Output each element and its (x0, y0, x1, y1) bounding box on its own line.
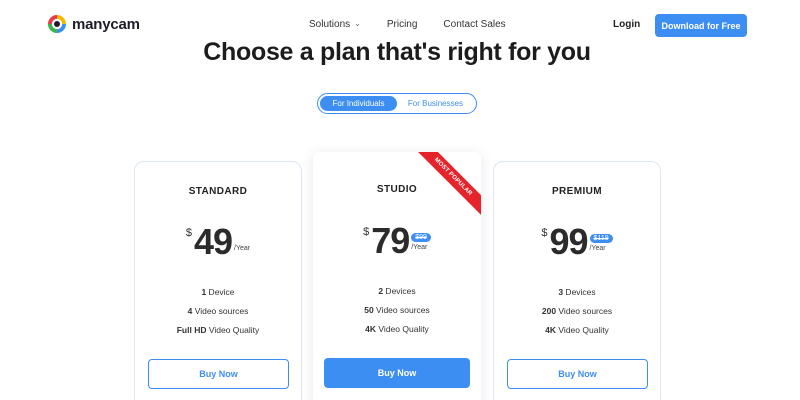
plan-audience-toggle: For Individuals For Businesses (317, 93, 477, 114)
chevron-down-icon: ⌄ (354, 19, 361, 28)
original-price-badge: $119 (589, 234, 613, 243)
plan-price: $ 99 $119 /Year (494, 224, 660, 260)
feature-value: 4K (545, 325, 557, 335)
price-side: /Year (234, 224, 250, 260)
feature-label: Video sources (556, 306, 613, 316)
feature-video-sources: 200 Video sources (494, 306, 660, 316)
plan-price: $ 79 $99 /Year (313, 223, 481, 259)
feature-label: Video Quality (376, 324, 429, 334)
page-title: Choose a plan that's right for you (203, 38, 591, 66)
plan-card-standard: STANDARD $ 49 /Year 1 Device 4 Video sou… (134, 161, 302, 400)
manycam-logo[interactable]: manycam (47, 14, 140, 34)
feature-label: Devices (383, 286, 416, 296)
feature-video-quality: 4K Video Quality (494, 325, 660, 335)
nav-item-contact-sales[interactable]: Contact Sales (443, 19, 505, 30)
feature-label: Video sources (373, 305, 430, 315)
plan-name: STANDARD (188, 186, 248, 197)
feature-devices: 2 Devices (313, 286, 481, 296)
price-side: $119 /Year (589, 224, 613, 260)
currency-symbol: $ (185, 227, 192, 239)
nav-item-pricing[interactable]: Pricing (387, 19, 418, 30)
price-amount: 49 (193, 221, 233, 262)
billing-period: /Year (234, 245, 251, 252)
billing-period: /Year (589, 245, 606, 252)
feature-video-sources: 4 Video sources (135, 306, 301, 316)
main-nav: Solutions ⌄ Pricing Contact Sales (309, 19, 506, 30)
buy-now-button-studio[interactable]: Buy Now (324, 358, 470, 388)
price-amount: 99 (549, 221, 589, 262)
nav-item-label: Contact Sales (443, 19, 506, 30)
nav-item-label: Pricing (386, 19, 418, 30)
billing-period: /Year (411, 244, 428, 251)
feature-devices: 3 Devices (494, 287, 660, 297)
download-button[interactable]: Download for Free (655, 14, 747, 37)
plan-name: STUDIO (376, 184, 418, 195)
feature-value: 4K (365, 324, 377, 334)
brand-name: manycam (72, 15, 140, 33)
feature-video-sources: 50 Video sources (313, 305, 481, 315)
login-link[interactable]: Login (613, 19, 640, 30)
currency-symbol: $ (541, 227, 548, 239)
feature-label: Device (206, 287, 235, 297)
toggle-businesses[interactable]: For Businesses (397, 96, 474, 111)
feature-video-quality: Full HD Video Quality (135, 325, 301, 335)
feature-label: Video Quality (206, 325, 260, 335)
original-price-badge: $99 (411, 233, 431, 242)
feature-value: 200 (541, 306, 557, 316)
plan-card-premium: PREMIUM $ 99 $119 /Year 3 Devices 200 Vi… (493, 161, 661, 400)
plan-price: $ 49 /Year (135, 224, 301, 260)
buy-now-button-premium[interactable]: Buy Now (507, 359, 648, 389)
feature-label: Video sources (192, 306, 249, 316)
feature-label: Video Quality (556, 325, 609, 335)
nav-item-solutions[interactable]: Solutions ⌄ (309, 19, 361, 30)
plan-name: PREMIUM (551, 186, 603, 197)
feature-devices: 1 Device (135, 287, 301, 297)
price-side: $99 /Year (411, 223, 431, 259)
feature-label: Devices (563, 287, 596, 297)
toggle-individuals[interactable]: For Individuals (320, 96, 397, 111)
feature-value: Full HD (176, 325, 207, 335)
buy-now-button-standard[interactable]: Buy Now (148, 359, 289, 389)
manycam-logo-icon (47, 14, 67, 34)
plan-card-studio: MOST POPULAR STUDIO $ 79 $99 /Year 2 Dev… (313, 152, 481, 400)
currency-symbol: $ (363, 226, 370, 238)
feature-video-quality: 4K Video Quality (313, 324, 481, 334)
feature-value: 50 (364, 305, 374, 315)
price-amount: 79 (371, 220, 410, 261)
nav-item-label: Solutions (309, 19, 351, 30)
